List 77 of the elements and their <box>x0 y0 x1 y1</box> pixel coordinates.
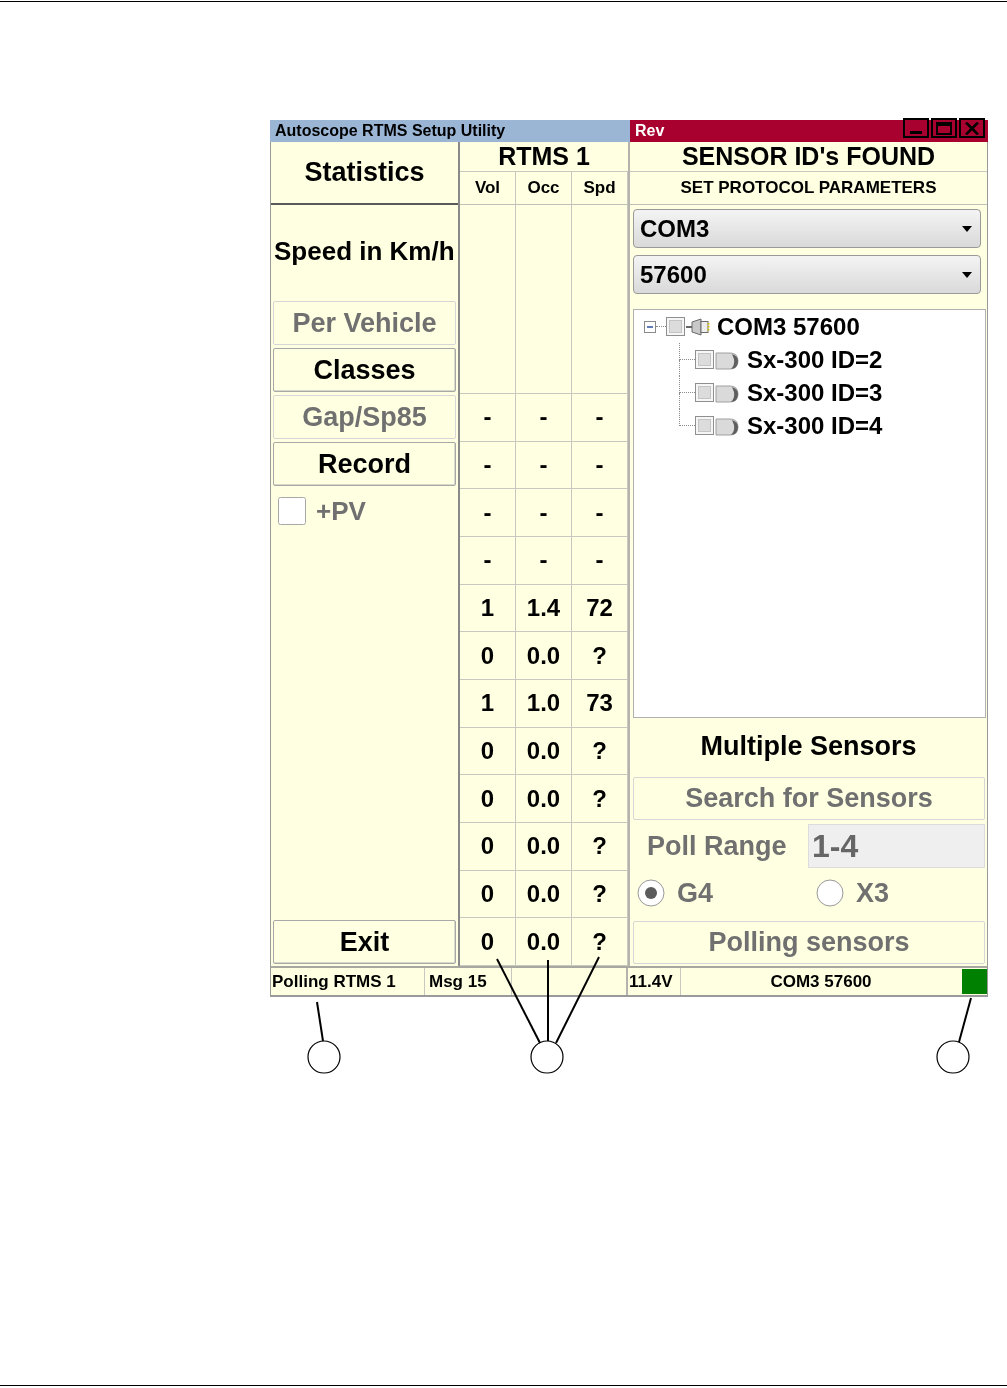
voltage-reading: 11.4V <box>628 968 681 995</box>
close-button[interactable] <box>959 118 985 138</box>
table-cell: 0.0 <box>516 823 572 871</box>
leader-line <box>958 997 972 1043</box>
column-header: Vol <box>460 172 516 204</box>
window-title: Autoscope RTMS Setup Utility <box>275 122 506 140</box>
checkbox-icon[interactable] <box>695 383 714 402</box>
multiple-sensors-heading: Multiple Sensors <box>700 730 917 762</box>
callout-circle <box>530 1040 564 1074</box>
table-cell: - <box>460 537 516 585</box>
table-cell: 0 <box>460 632 516 680</box>
table-cell: 0.0 <box>516 632 572 680</box>
close-icon <box>965 121 979 135</box>
table-cell: 72 <box>572 584 628 633</box>
port-dropdown[interactable]: COM3 <box>633 209 981 248</box>
checkbox-icon[interactable] <box>695 350 714 369</box>
statistics-button[interactable]: Record <box>273 442 456 486</box>
table-cell: - <box>572 394 628 442</box>
table-cell: - <box>460 394 516 442</box>
table-cell: - <box>460 489 516 537</box>
callout-circle <box>936 1040 970 1074</box>
caret-icon <box>962 225 972 232</box>
table-cell: - <box>516 441 572 490</box>
table-cell: ? <box>572 823 628 871</box>
protocol-subheading: SET PROTOCOL PARAMETERS <box>630 172 987 205</box>
caption-text: Rev <box>634 121 665 140</box>
minimize-icon <box>910 131 922 134</box>
collapse-icon[interactable] <box>644 320 656 333</box>
table-cell: 0.0 <box>516 727 572 776</box>
table-cell: 1 <box>460 680 516 728</box>
table-cell: 0 <box>460 870 516 919</box>
table-cell: - <box>516 394 572 442</box>
table-cell: - <box>516 537 572 585</box>
tree-item[interactable]: Sx-300 ID=2 <box>679 343 985 376</box>
message-count: Msg 15 <box>425 968 512 995</box>
statistics-heading: Statistics <box>271 142 458 205</box>
baud-rate-dropdown[interactable]: 57600 <box>633 255 981 294</box>
column-header: Spd <box>572 172 628 204</box>
table-cell: 1.4 <box>516 584 572 633</box>
table-cell: 1.0 <box>516 680 572 728</box>
table-cell: - <box>572 489 628 537</box>
exit-button[interactable]: Exit <box>273 920 456 964</box>
table-cell: 1 <box>460 584 516 633</box>
status-message: Polling RTMS 1 <box>271 968 425 995</box>
table-cell: - <box>572 441 628 490</box>
tree-item[interactable]: Sx-300 ID=4 <box>679 409 985 442</box>
checkbox-icon[interactable] <box>695 416 714 435</box>
leader-line <box>316 1001 324 1042</box>
table-cell: ? <box>572 632 628 680</box>
table-cell: - <box>572 537 628 585</box>
maximize-icon <box>936 121 952 135</box>
poll-range-label: Poll Range <box>647 830 788 862</box>
tree-item[interactable]: Sx-300 ID=3 <box>679 376 985 409</box>
connection-status: COM3 57600 <box>769 970 873 993</box>
table-cell: - <box>460 441 516 490</box>
table-cell: 73 <box>572 680 628 728</box>
unit-label: Speed in Km/h <box>274 236 455 267</box>
callout-circle <box>307 1040 341 1074</box>
table-cell: - <box>516 489 572 537</box>
checkbox-icon[interactable] <box>666 317 685 336</box>
minimize-button[interactable] <box>903 118 929 138</box>
tree-item[interactable]: COM3 57600 <box>634 310 985 343</box>
table-cell: 0 <box>460 823 516 871</box>
table-cell: ? <box>572 775 628 823</box>
column-header: Occ <box>516 172 572 204</box>
table-cell: 0.0 <box>516 775 572 823</box>
statistics-button[interactable]: Classes <box>273 348 456 392</box>
sensors-heading: SENSOR ID's FOUND <box>630 142 987 172</box>
table-title: RTMS 1 <box>460 142 628 172</box>
connector-icon <box>686 316 710 337</box>
caret-icon <box>962 271 972 278</box>
maximize-button[interactable] <box>931 118 957 138</box>
table-cell: 0 <box>460 727 516 776</box>
table-cell: 0 <box>460 775 516 823</box>
table-cell: ? <box>572 727 628 776</box>
table-cell: 0.0 <box>516 870 572 919</box>
table-cell: ? <box>572 870 628 919</box>
